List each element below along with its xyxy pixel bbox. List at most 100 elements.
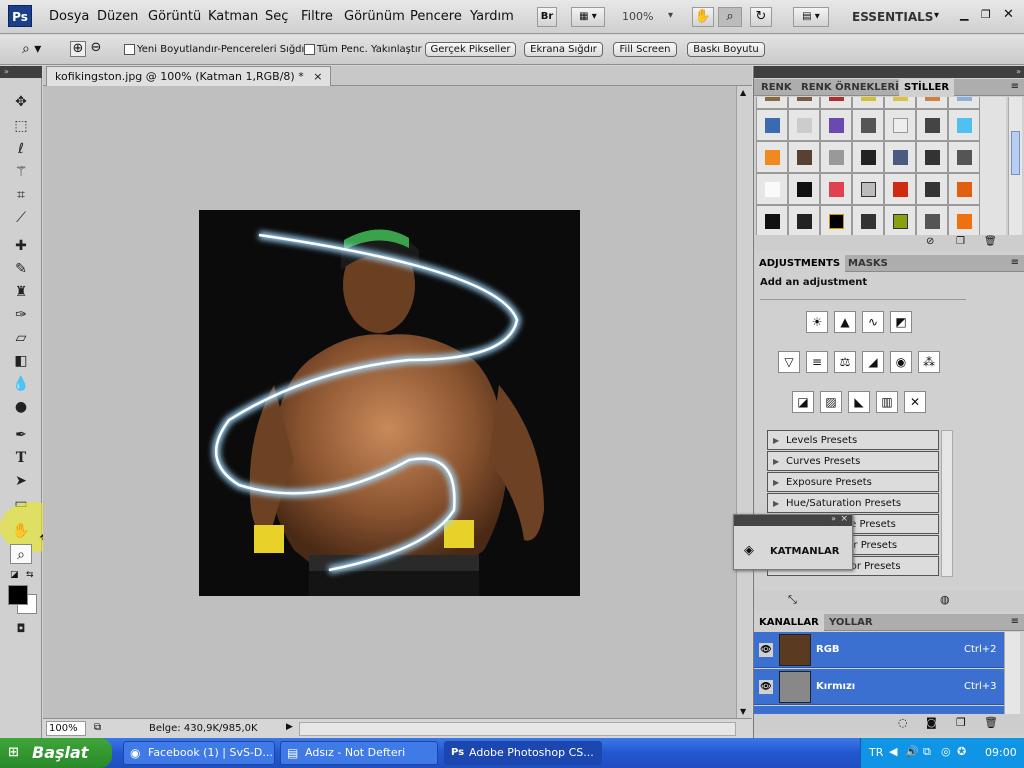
quick-mask-icon[interactable]: ◘ xyxy=(10,619,32,639)
fit-screen-button[interactable]: Ekrana Sığdır xyxy=(524,42,603,57)
style-swatch[interactable] xyxy=(884,141,916,173)
scroll-up-icon[interactable]: ▲ xyxy=(740,88,746,97)
style-swatch[interactable] xyxy=(916,109,948,141)
status-info-icon[interactable]: ⧉ xyxy=(94,722,101,733)
marquee-tool-icon[interactable]: ⬚ xyxy=(10,116,32,136)
gradient-map-icon[interactable]: ▥ xyxy=(876,391,898,413)
network-icon[interactable]: ⧉ xyxy=(923,745,931,759)
style-swatch[interactable] xyxy=(916,173,948,205)
style-swatch[interactable] xyxy=(884,97,916,109)
preset-curves[interactable]: Curves Presets xyxy=(767,451,939,471)
tab-renk-ornekleri[interactable]: RENK ÖRNEKLERİ xyxy=(796,79,904,96)
hand-tool-icon[interactable]: ✋ xyxy=(10,521,32,541)
close-icon[interactable]: × xyxy=(840,514,848,524)
threshold-icon[interactable]: ◣ xyxy=(848,391,870,413)
close-icon[interactable]: ✕ xyxy=(1003,7,1014,22)
menu-gorunum[interactable]: Görünüm xyxy=(344,9,405,24)
menu-filtre[interactable]: Filtre xyxy=(301,9,333,24)
eye-icon[interactable]: 👁 xyxy=(759,680,773,694)
scroll-thumb[interactable] xyxy=(1011,131,1020,175)
trash-icon[interactable]: 🗑 xyxy=(984,716,998,729)
security-icon[interactable]: ◎ xyxy=(941,745,951,758)
style-swatch[interactable] xyxy=(852,109,884,141)
style-swatch[interactable] xyxy=(916,97,948,109)
new-channel-icon[interactable]: ❐ xyxy=(956,716,966,729)
channel-row-red[interactable]: 👁 Kırmızı Ctrl+3 xyxy=(754,669,1004,705)
save-selection-icon[interactable]: ◙ xyxy=(926,716,937,729)
tab-yollar[interactable]: YOLLAR xyxy=(824,614,878,631)
new-style-icon[interactable]: ❐ xyxy=(956,236,965,247)
load-selection-icon[interactable]: ◌ xyxy=(898,716,908,729)
style-swatch[interactable] xyxy=(788,205,820,235)
style-swatch[interactable] xyxy=(852,141,884,173)
floating-layers-panel[interactable]: » × ◈ KATMANLAR xyxy=(733,514,853,570)
blur-tool-icon[interactable]: 💧 xyxy=(10,374,32,394)
swap-colors-icon[interactable]: ⇆ xyxy=(26,570,34,580)
magic-wand-tool-icon[interactable]: ⚚ xyxy=(10,162,32,182)
hand-tool-button[interactable]: ✋ xyxy=(692,7,714,27)
style-swatch[interactable] xyxy=(948,109,980,141)
zoom-tool-preset-icon[interactable]: ⌕ ▾ xyxy=(22,41,41,57)
path-selection-tool-icon[interactable]: ➤ xyxy=(10,471,32,491)
restore-icon[interactable]: ❐ xyxy=(981,8,991,21)
style-swatch[interactable] xyxy=(884,205,916,235)
menu-katman[interactable]: Katman xyxy=(208,9,258,24)
close-tab-icon[interactable]: × xyxy=(313,70,322,83)
style-swatch[interactable] xyxy=(948,141,980,173)
vibrance-icon[interactable]: ▽ xyxy=(778,351,800,373)
style-swatch[interactable] xyxy=(916,141,948,173)
style-swatch[interactable] xyxy=(788,173,820,205)
fill-screen-button[interactable]: Fill Screen xyxy=(613,42,677,57)
eye-icon[interactable]: 👁 xyxy=(759,643,773,657)
color-balance-icon[interactable]: ⚖ xyxy=(834,351,856,373)
tab-stiller[interactable]: STİLLER xyxy=(899,79,955,96)
style-swatch[interactable] xyxy=(788,141,820,173)
expand-icon[interactable]: » xyxy=(831,514,836,523)
actual-pixels-button[interactable]: Gerçek Pikseller xyxy=(425,42,516,57)
clone-stamp-tool-icon[interactable]: ♜ xyxy=(10,282,32,302)
document-tab[interactable]: kofikingston.jpg @ 100% (Katman 1,RGB/8)… xyxy=(46,66,332,86)
style-swatch[interactable] xyxy=(820,173,852,205)
style-swatch[interactable] xyxy=(948,97,980,109)
style-swatch[interactable] xyxy=(884,109,916,141)
collapse-dock-icon[interactable]: » xyxy=(1016,67,1021,76)
dock-header[interactable]: » xyxy=(754,66,1024,78)
style-swatch[interactable] xyxy=(788,109,820,141)
brush-tool-icon[interactable]: ✎ xyxy=(10,259,32,279)
zoom-level-field[interactable]: 100% xyxy=(46,721,86,736)
style-swatch[interactable] xyxy=(820,205,852,235)
image-canvas[interactable] xyxy=(199,210,580,596)
clear-style-icon[interactable]: ⊘ xyxy=(926,236,934,247)
style-swatch[interactable] xyxy=(756,109,788,141)
return-icon[interactable]: ⤡ xyxy=(788,593,797,607)
posterize-icon[interactable]: ▨ xyxy=(820,391,842,413)
default-colors-icon[interactable]: ◪ xyxy=(10,570,19,580)
style-swatch[interactable] xyxy=(788,97,820,109)
presets-scrollbar[interactable] xyxy=(941,430,953,577)
toolbox-header[interactable]: » xyxy=(0,66,42,78)
photo-filter-icon[interactable]: ◉ xyxy=(890,351,912,373)
gradient-tool-icon[interactable]: ◧ xyxy=(10,351,32,371)
workspace-switcher[interactable]: ESSENTIALS xyxy=(852,10,933,24)
chevron-down-icon[interactable]: ▾ xyxy=(668,10,673,21)
arrange-documents-button[interactable]: ▤ ▾ xyxy=(793,7,829,27)
tab-renk[interactable]: RENK xyxy=(756,79,797,96)
move-tool-icon[interactable]: ✥ xyxy=(10,92,32,112)
style-swatch[interactable] xyxy=(756,97,788,109)
panel-menu-icon[interactable]: ≡ xyxy=(1011,616,1019,627)
preset-levels[interactable]: Levels Presets xyxy=(767,430,939,450)
styles-scrollbar[interactable] xyxy=(1008,97,1022,235)
style-swatch[interactable] xyxy=(852,205,884,235)
taskbar-item-firefox[interactable]: ◉ Facebook (1) | SvS-D... xyxy=(123,741,275,765)
panel-menu-icon[interactable]: ≡ xyxy=(1011,257,1019,268)
selective-color-icon[interactable]: ✕ xyxy=(904,391,926,413)
zoom-dropdown[interactable]: 100% xyxy=(622,10,653,23)
preset-hue-saturation[interactable]: Hue/Saturation Presets xyxy=(767,493,939,513)
style-swatch[interactable] xyxy=(916,205,948,235)
panel-menu-icon[interactable]: ≡ xyxy=(1011,81,1019,92)
style-swatch[interactable] xyxy=(948,173,980,205)
start-button[interactable]: ⊞ Başlat xyxy=(0,738,112,768)
crop-tool-icon[interactable]: ⌗ xyxy=(10,185,32,205)
hue-saturation-icon[interactable]: ≡ xyxy=(806,351,828,373)
vertical-scrollbar[interactable]: ▲ ▼ xyxy=(736,86,752,718)
